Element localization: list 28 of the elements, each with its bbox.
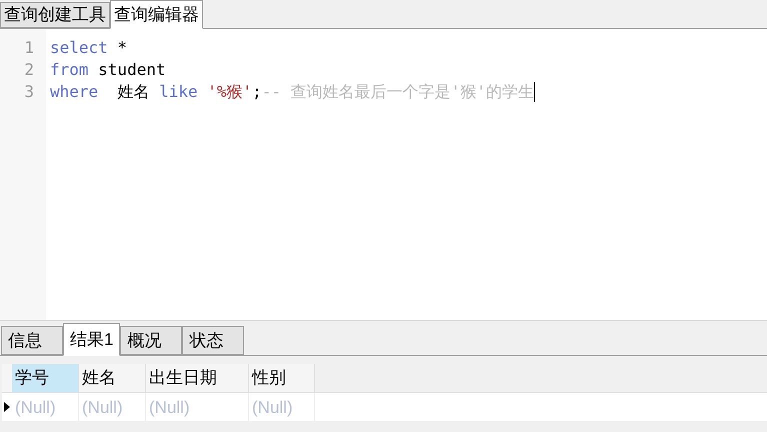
line-number: 2 — [24, 59, 34, 81]
column-header[interactable]: 姓名 — [79, 364, 146, 392]
code-token: * — [116, 37, 128, 59]
column-header[interactable]: 出生日期 — [146, 364, 249, 392]
result-tab[interactable]: 信息 — [1, 326, 63, 355]
table-cell: (Null) — [79, 393, 146, 421]
table-cell: (Null) — [249, 393, 315, 421]
column-header[interactable]: 学号 — [12, 364, 79, 392]
code-token: where — [50, 81, 98, 103]
code-comment: -- 查询姓名最后一个字是'猴'的学生 — [262, 81, 534, 103]
code-token: like — [159, 81, 199, 103]
code-token: '%猴' — [207, 81, 252, 103]
result-tab[interactable]: 概况 — [120, 326, 182, 355]
code-token: from — [50, 59, 89, 81]
code-token: student — [97, 59, 166, 81]
table-cell: (Null) — [146, 393, 249, 421]
code-token: select — [50, 37, 108, 59]
line-number: 3 — [24, 81, 34, 103]
line-number: 1 — [24, 37, 34, 59]
result-tab[interactable]: 状态 — [182, 326, 244, 355]
editor-tab[interactable]: 查询编辑器 — [110, 0, 203, 29]
code-token: ; — [252, 81, 262, 103]
editor-tab[interactable]: 查询创建工具 — [0, 2, 110, 28]
result-tab[interactable]: 结果1 — [63, 323, 120, 356]
column-header[interactable]: 性别 — [249, 364, 315, 392]
text-cursor — [534, 82, 535, 102]
table-cell: (Null) — [12, 393, 79, 421]
code-token: 姓名 — [116, 81, 150, 103]
